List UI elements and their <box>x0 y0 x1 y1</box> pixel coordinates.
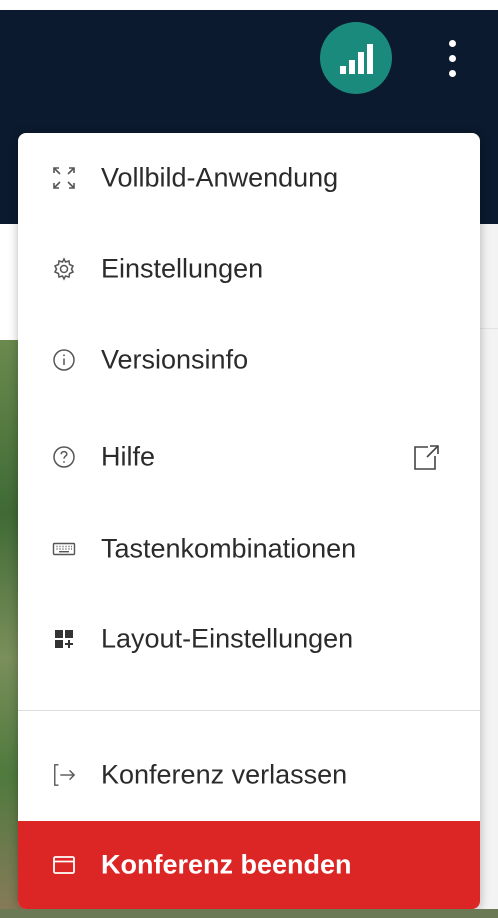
menu-item-fullscreen[interactable]: Vollbild-Anwendung <box>18 133 480 223</box>
menu-item-label: Einstellungen <box>101 253 264 284</box>
more-vertical-icon <box>449 40 456 47</box>
menu-item-label: Konferenz verlassen <box>101 759 348 790</box>
menu-item-label: Versionsinfo <box>101 344 249 375</box>
overflow-menu: Vollbild-Anwendung Einstellungen Version… <box>18 133 480 909</box>
menu-item-label: Konferenz beenden <box>101 849 352 880</box>
signal-bars-icon <box>340 44 373 74</box>
menu-item-version-info[interactable]: Versionsinfo <box>18 315 480 405</box>
menu-divider <box>18 710 480 711</box>
video-tile-bottom <box>0 909 498 918</box>
external-link-icon <box>411 443 441 473</box>
menu-item-label: Tastenkombinationen <box>101 533 357 564</box>
fullscreen-icon <box>52 166 76 190</box>
menu-item-label: Hilfe <box>101 441 156 472</box>
menu-item-end-conference[interactable]: Konferenz beenden <box>18 821 480 909</box>
menu-item-label: Layout-Einstellungen <box>101 623 354 654</box>
page: Vollbild-Anwendung Einstellungen Version… <box>0 0 498 918</box>
menu-item-layout[interactable]: Layout-Einstellungen <box>18 594 480 684</box>
keyboard-icon <box>52 537 76 561</box>
layout-icon <box>52 627 76 651</box>
menu-item-label: Vollbild-Anwendung <box>101 162 339 193</box>
exit-icon <box>52 763 76 787</box>
top-strip <box>0 0 498 10</box>
window-icon <box>52 853 76 877</box>
help-icon <box>52 445 76 469</box>
menu-item-leave-conference[interactable]: Konferenz verlassen <box>18 730 480 820</box>
menu-item-help[interactable]: Hilfe <box>18 412 480 502</box>
menu-item-settings[interactable]: Einstellungen <box>18 224 480 314</box>
info-icon <box>52 348 76 372</box>
menu-item-shortcuts[interactable]: Tastenkombinationen <box>18 504 480 594</box>
more-options-button[interactable] <box>440 36 464 82</box>
gear-icon <box>52 257 76 281</box>
connection-status-button[interactable] <box>320 22 392 94</box>
